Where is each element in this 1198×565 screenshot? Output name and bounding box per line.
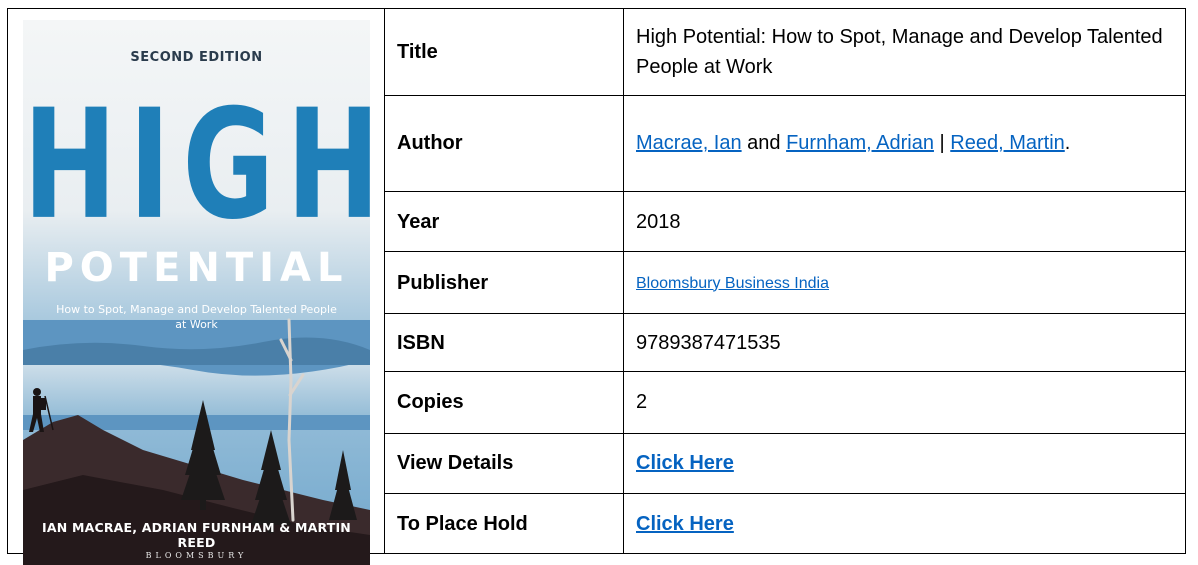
copies-value: 2: [623, 371, 1185, 434]
view-details-cell: Click Here: [623, 432, 1185, 495]
title-value: High Potential: How to Spot, Manage and …: [623, 9, 1185, 96]
year-value: 2018: [623, 190, 1185, 253]
author-and-separator: and: [741, 132, 787, 155]
author-link-furnham[interactable]: Furnham, Adrian: [786, 132, 934, 154]
copies-label: Copies: [385, 371, 624, 434]
author-link-macrae[interactable]: Macrae, Ian: [636, 132, 742, 154]
row-isbn: ISBN 9789387471535: [385, 312, 1185, 373]
row-publisher: Publisher Bloomsbury Business India: [385, 251, 1185, 314]
author-link-reed[interactable]: Reed, Martin: [950, 132, 1065, 154]
book-record-table: SECOND EDITION HIGH POTENTIAL How to Spo…: [7, 8, 1186, 565]
row-author: Author Macrae, Ian and Furnham, Adrian |…: [385, 94, 1185, 192]
publisher-link[interactable]: Bloomsbury Business India: [636, 275, 829, 292]
year-label: Year: [385, 190, 624, 253]
publisher-label: Publisher: [385, 251, 624, 314]
cover-tagline: How to Spot, Manage and Develop Talented…: [56, 303, 337, 331]
title-label: Title: [385, 9, 624, 96]
isbn-label: ISBN: [385, 312, 624, 373]
row-place-hold: To Place Hold Click Here: [385, 493, 1185, 553]
row-title: Title High Potential: How to Spot, Manag…: [385, 9, 1185, 96]
cover-title-sub: POTENTIAL: [44, 245, 349, 291]
author-label: Author: [385, 94, 624, 192]
publisher-cell: Bloomsbury Business India: [623, 251, 1185, 314]
cover-authors: IAN MACRAE, ADRIAN FURNHAM & MARTIN REED: [42, 520, 351, 550]
isbn-value: 9789387471535: [623, 312, 1185, 373]
place-hold-cell: Click Here: [623, 493, 1185, 553]
cover-cell: SECOND EDITION HIGH POTENTIAL How to Spo…: [8, 9, 385, 565]
row-view-details: View Details Click Here: [385, 432, 1185, 495]
row-copies: Copies 2: [385, 371, 1185, 434]
view-details-label: View Details: [385, 432, 624, 495]
author-end-period: .: [1064, 132, 1071, 155]
book-details-table: Title High Potential: How to Spot, Manag…: [385, 9, 1185, 553]
author-value: Macrae, Ian and Furnham, Adrian | Reed, …: [623, 94, 1185, 192]
view-details-link[interactable]: Click Here: [636, 452, 734, 474]
author-pipe-separator: |: [933, 132, 951, 155]
cover-title-main: HIGH: [23, 77, 370, 254]
place-hold-label: To Place Hold: [385, 493, 624, 553]
place-hold-link[interactable]: Click Here: [636, 513, 734, 535]
book-cover-image[interactable]: SECOND EDITION HIGH POTENTIAL How to Spo…: [23, 20, 370, 565]
row-year: Year 2018: [385, 190, 1185, 253]
cover-edition-label: SECOND EDITION: [130, 50, 263, 65]
